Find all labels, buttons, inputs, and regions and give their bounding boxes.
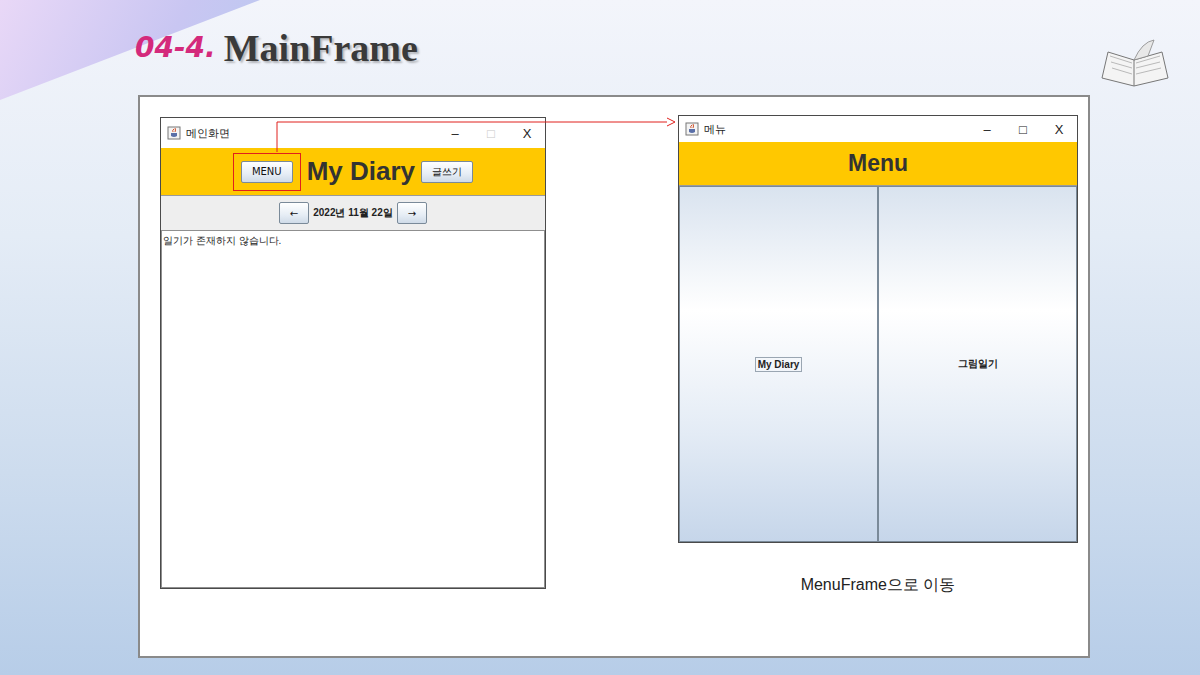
- book-icon: [1098, 38, 1172, 92]
- date-label: 2022년 11월 22일: [313, 206, 393, 220]
- content-panel: 메인화면–□XMENUMy Diary글쓰기←2022년 11월 22일→일기가…: [138, 95, 1090, 658]
- right-column: 메뉴–□X Menu My Diary 그림일기 MenuFrame으로 이동: [678, 115, 1078, 656]
- menu-option-button[interactable]: My Diary: [679, 186, 878, 542]
- java-icon: [685, 122, 699, 136]
- slide: 04-4.MainFrame메인화면–□XMENUMy Diary글쓰기←202…: [0, 0, 1200, 675]
- header-bar: Menu: [679, 142, 1077, 186]
- window-control[interactable]: –: [969, 122, 1005, 137]
- menu-button[interactable]: MENU: [241, 161, 293, 183]
- slide-title: MainFrame: [224, 26, 418, 70]
- window-control[interactable]: X: [1041, 122, 1077, 137]
- menu-window: 메뉴–□X Menu My Diary 그림일기: [678, 115, 1078, 543]
- write-button[interactable]: 글쓰기: [421, 161, 473, 183]
- main-window: 메인화면–□X MENU My Diary 글쓰기 ← 2022년 11월 22일 → 일기가…: [160, 117, 546, 589]
- window-control[interactable]: –: [437, 126, 473, 141]
- diary-content[interactable]: 일기가 존재하지 않습니다.: [161, 230, 545, 588]
- java-icon: [167, 126, 181, 140]
- title-bar: 메뉴–□X: [679, 116, 1077, 142]
- app-heading: My Diary: [307, 156, 415, 187]
- window-control[interactable]: X: [509, 126, 545, 141]
- highlight-frame: MENU: [233, 153, 301, 191]
- menu-option-button[interactable]: 그림일기: [878, 186, 1077, 542]
- slide-header: 04-4.MainFrame: [0, 0, 1200, 95]
- menu-option-label: My Diary: [755, 357, 803, 372]
- menu-heading: Menu: [848, 150, 908, 177]
- menu-option-label: 그림일기: [955, 355, 1001, 373]
- arrow-connector: [140, 97, 700, 167]
- menu-buttons: My Diary 그림일기: [679, 186, 1077, 542]
- header-bar: MENU My Diary 글쓰기: [161, 148, 545, 196]
- window-title: 메뉴: [704, 122, 969, 137]
- slide-number: 04-4.: [135, 31, 216, 64]
- caption: MenuFrame으로 이동: [801, 575, 956, 596]
- window-controls: –□X: [969, 122, 1077, 137]
- window-control[interactable]: □: [1005, 122, 1041, 137]
- corner-decoration: [0, 0, 260, 100]
- title-bar: 메인화면–□X: [161, 118, 545, 148]
- next-button[interactable]: →: [397, 202, 427, 224]
- window-title: 메인화면: [186, 126, 437, 141]
- prev-button[interactable]: ←: [279, 202, 309, 224]
- window-controls: –□X: [437, 126, 545, 141]
- window-control: □: [473, 126, 509, 141]
- date-row: ← 2022년 11월 22일 →: [161, 196, 545, 230]
